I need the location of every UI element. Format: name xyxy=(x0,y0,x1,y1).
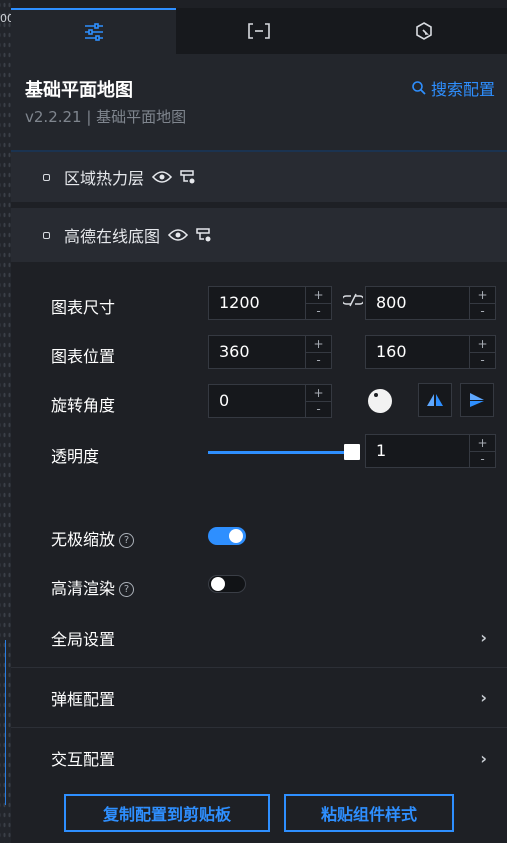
layer-row-heatmap[interactable]: 区域热力层 xyxy=(11,152,507,202)
copy-config-button[interactable]: 复制配置到剪贴板 xyxy=(64,794,270,832)
aspect-link-icon[interactable] xyxy=(343,292,363,308)
interaction-icon xyxy=(415,22,432,40)
layer-bullet xyxy=(43,231,50,239)
pos-y-input[interactable]: 160 + - xyxy=(365,335,496,369)
opacity-slider-thumb[interactable] xyxy=(344,444,360,460)
toggle-knob xyxy=(229,529,243,543)
search-icon xyxy=(412,81,426,95)
flip-vertical-button[interactable] xyxy=(460,383,494,417)
flip-vertical-icon xyxy=(470,393,484,407)
opacity-value: 1 xyxy=(376,441,387,460)
width-input[interactable]: 1200 + - xyxy=(208,286,332,320)
increment-button[interactable]: + xyxy=(470,287,495,304)
rotation-input[interactable]: 0 + - xyxy=(208,384,332,418)
increment-button[interactable]: + xyxy=(306,287,331,304)
infinite-zoom-row: 无极缩放? xyxy=(51,526,135,550)
pos-x-value: 360 xyxy=(219,342,250,361)
rotation-value: 0 xyxy=(219,391,230,410)
settings-section: 图表尺寸 1200 + - 800 + - 图表位置 360 + - 160 + - 旋… xyxy=(11,262,507,843)
layer-label: 高德在线底图 xyxy=(64,227,161,246)
decrement-button[interactable]: - xyxy=(306,304,331,320)
infinite-zoom-label: 无极缩放 xyxy=(51,530,116,549)
infinite-zoom-toggle[interactable] xyxy=(208,527,246,545)
config-panel: 基础平面地图 v2.2.21 | 基础平面地图 搜索配置 区域热力层 高德在线底… xyxy=(11,0,507,843)
chevron-right-icon: › xyxy=(480,628,487,647)
width-value: 1200 xyxy=(219,293,260,312)
group-global-settings[interactable]: 全局设置 › xyxy=(11,608,507,668)
group-popup-config[interactable]: 弹框配置 › xyxy=(11,668,507,728)
paste-style-button[interactable]: 粘贴组件样式 xyxy=(284,794,454,832)
component-title: 基础平面地图 xyxy=(25,80,133,101)
group-label: 交互配置 xyxy=(51,750,116,769)
group-interaction-config[interactable]: 交互配置 › xyxy=(11,728,507,788)
increment-button[interactable]: + xyxy=(306,385,331,402)
size-label: 图表尺寸 xyxy=(51,298,116,317)
eye-icon[interactable] xyxy=(152,170,173,184)
hd-render-toggle[interactable] xyxy=(208,575,246,593)
decrement-button[interactable]: - xyxy=(470,452,495,468)
decrement-button[interactable]: - xyxy=(306,402,331,418)
component-version: v2.2.21 | 基础平面地图 xyxy=(25,108,187,126)
search-config-link[interactable]: 搜索配置 xyxy=(412,76,495,100)
layer-row-amap[interactable]: 高德在线底图 xyxy=(11,208,507,262)
panel-footer: 复制配置到剪贴板 粘贴组件样式 xyxy=(11,782,507,843)
increment-button[interactable]: + xyxy=(470,435,495,452)
layer-label: 区域热力层 xyxy=(64,169,145,188)
bracket-icon xyxy=(247,23,270,39)
help-icon[interactable]: ? xyxy=(119,533,135,548)
tab-data[interactable] xyxy=(176,8,341,54)
search-config-label: 搜索配置 xyxy=(430,80,495,99)
component-header: 基础平面地图 v2.2.21 | 基础平面地图 搜索配置 xyxy=(11,54,507,152)
sliders-icon xyxy=(84,23,103,41)
opacity-label: 透明度 xyxy=(51,447,100,466)
increment-button[interactable]: + xyxy=(306,336,331,353)
height-value: 800 xyxy=(376,293,407,312)
increment-button[interactable]: + xyxy=(470,336,495,353)
decrement-button[interactable]: - xyxy=(306,353,331,369)
decrement-button[interactable]: - xyxy=(470,304,495,320)
rotation-dial[interactable] xyxy=(368,389,392,413)
selection-outline xyxy=(2,640,6,805)
hd-render-label: 高清渲染 xyxy=(51,579,116,598)
panel-tabs xyxy=(11,8,507,54)
layer-bullet xyxy=(43,173,50,181)
toggle-knob xyxy=(211,577,225,591)
layer-settings-icon[interactable] xyxy=(196,227,212,243)
rotation-label: 旋转角度 xyxy=(51,396,116,415)
decrement-button[interactable]: - xyxy=(470,353,495,369)
group-label: 弹框配置 xyxy=(51,689,116,709)
pos-x-input[interactable]: 360 + - xyxy=(208,335,332,369)
height-input[interactable]: 800 + - xyxy=(365,286,496,320)
layer-settings-icon[interactable] xyxy=(180,169,196,185)
opacity-slider-track[interactable] xyxy=(208,451,354,454)
tab-settings[interactable] xyxy=(11,8,176,54)
hd-render-row: 高清渲染? xyxy=(51,575,135,599)
help-icon[interactable]: ? xyxy=(119,582,135,597)
tab-interaction[interactable] xyxy=(341,8,506,54)
flip-horizontal-icon xyxy=(427,394,443,406)
position-label: 图表位置 xyxy=(51,347,116,366)
chevron-right-icon: › xyxy=(480,748,487,768)
canvas-edge: 00 xyxy=(0,0,14,843)
flip-horizontal-button[interactable] xyxy=(418,383,452,417)
group-label: 全局设置 xyxy=(51,629,116,649)
pos-y-value: 160 xyxy=(376,342,407,361)
opacity-input[interactable]: 1 + - xyxy=(365,434,496,468)
chevron-right-icon: › xyxy=(480,688,487,707)
eye-icon[interactable] xyxy=(168,228,189,242)
